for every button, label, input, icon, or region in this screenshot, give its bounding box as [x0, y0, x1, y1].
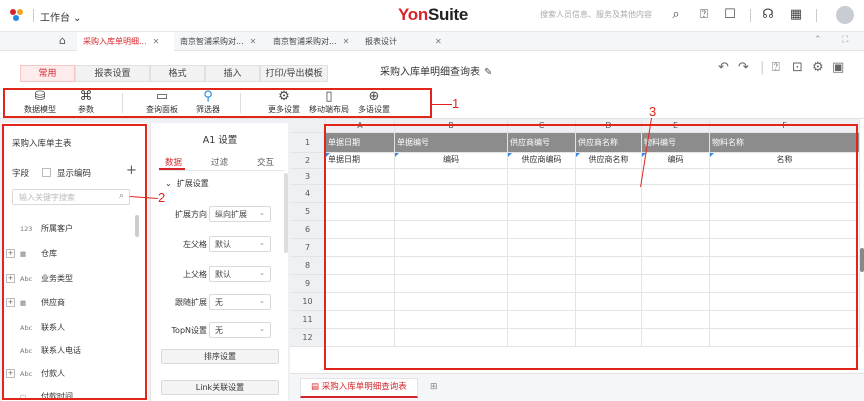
tab-interact[interactable]: 交互 — [257, 156, 274, 168]
row-header[interactable]: 1 — [290, 133, 326, 153]
ribbon-tab-report-settings[interactable]: 报表设置 — [75, 65, 150, 82]
row-header[interactable]: 10 — [290, 293, 326, 311]
setting-label: 上父格 — [183, 270, 207, 279]
callout-number: 3 — [649, 104, 657, 119]
row-header[interactable]: 6 — [290, 221, 326, 239]
panel-title: A1 设置 — [202, 135, 238, 146]
home-icon[interactable]: ⌂ — [59, 34, 66, 47]
workbench-menu[interactable]: 工作台 ⌄ — [40, 9, 82, 24]
row-header[interactable]: 7 — [290, 239, 326, 257]
ribbon-header: 常用 报表设置 格式 插入 打印/导出模板 采购入库单明细查询表 ✎ ↶ ↷ | … — [0, 51, 864, 87]
message-icon[interactable]: ☐ — [722, 7, 738, 23]
callout-box-toolbar — [3, 88, 432, 118]
chevron-down-icon: ⌄ — [259, 297, 265, 305]
search-icon[interactable]: ⌕ — [668, 7, 684, 23]
chevron-down-icon: ⌄ — [259, 269, 265, 277]
divider — [33, 9, 34, 22]
setting-label: 扩展方向 — [175, 210, 207, 219]
top-bar: 工作台 ⌄ YonSuite 搜索人员信息、服务及其他内容 ⌕ ⍰ ☐ ☊ ▦ — [0, 0, 864, 32]
callout-box-fields — [2, 124, 147, 400]
fullscreen-icon[interactable]: ⛶ — [842, 35, 848, 45]
close-icon: ✕ — [249, 37, 257, 46]
help-icon[interactable]: ⍰ — [696, 7, 712, 23]
ribbon-tab-format[interactable]: 格式 — [150, 65, 205, 82]
tab-data[interactable]: 数据 — [165, 156, 182, 168]
edit-icon[interactable]: ✎ — [484, 67, 492, 78]
sheet-icon: ▤ — [311, 382, 320, 392]
chevron-down-icon: ⌄ — [259, 239, 265, 247]
setting-label: TopN设置 — [171, 326, 207, 335]
cell-settings-panel: A1 设置 数据 过滤 交互 ⌄ 扩展设置 扩展方向 纵向扩展 ⌄ 左父格 默认 ⌄ 上父格… — [150, 123, 288, 401]
sheet-tab[interactable]: ▤ 采购入库单明细查询表 — [300, 378, 418, 398]
avatar[interactable] — [836, 6, 854, 24]
app-logo-icon[interactable] — [10, 9, 26, 22]
page-title: 采购入库单明细查询表 ✎ — [380, 67, 493, 78]
callout-number: 1 — [452, 96, 460, 111]
undo-icon[interactable]: ↶ — [718, 60, 729, 75]
side-handle[interactable] — [860, 248, 864, 272]
chevron-down-icon: ⌄ — [165, 179, 172, 188]
tab-nanjing-2[interactable]: 南京智浦采购对... ✕ — [267, 32, 359, 51]
setting-label: 左父格 — [183, 240, 207, 249]
link-settings-button[interactable]: Link关联设置 — [161, 380, 279, 395]
setting-select[interactable]: 无 ⌄ — [209, 322, 271, 338]
tab-purchase-detail[interactable]: 采购入库单明细... ✕ — [77, 32, 174, 51]
row-header[interactable]: 8 — [290, 257, 326, 275]
row-header[interactable]: 5 — [290, 203, 326, 221]
settings-icon[interactable]: ⚙ — [812, 60, 824, 75]
setting-select[interactable]: 默认 ⌄ — [209, 266, 271, 282]
add-sheet-icon[interactable]: ⊞ — [430, 382, 438, 392]
row-header[interactable]: 11 — [290, 311, 326, 329]
calendar-icon[interactable]: ▦ — [788, 7, 804, 23]
tab-filter[interactable]: 过滤 — [211, 156, 228, 168]
collapse-icon[interactable]: ⌃ — [814, 35, 822, 45]
tab-report-design[interactable]: 报表设计 ✕ — [359, 32, 459, 51]
help-icon[interactable]: ⍰ — [772, 60, 780, 75]
row-header[interactable]: 9 — [290, 275, 326, 293]
close-icon: ✕ — [152, 37, 160, 46]
ribbon-tab-common[interactable]: 常用 — [20, 65, 75, 82]
row-header[interactable]: 2 — [290, 153, 326, 169]
row-header[interactable]: 3 — [290, 169, 326, 185]
chevron-down-icon: ⌄ — [259, 325, 265, 333]
callout-box-grid — [324, 124, 858, 370]
divider — [816, 9, 817, 22]
scrollbar[interactable] — [284, 173, 288, 253]
close-icon: ✕ — [435, 37, 442, 46]
sheet-bar: ▤ 采购入库单明细查询表 ⊞ — [290, 373, 864, 401]
row-header[interactable]: 4 — [290, 185, 326, 203]
grid-corner[interactable] — [290, 119, 326, 133]
callout-line — [432, 104, 452, 105]
save-icon[interactable]: ▣ — [832, 60, 844, 75]
divider: | — [760, 60, 765, 75]
setting-select[interactable]: 无 ⌄ — [209, 294, 271, 310]
expand-settings-group[interactable]: ⌄ 扩展设置 — [165, 178, 209, 189]
row-header[interactable]: 12 — [290, 329, 326, 347]
preview-icon[interactable]: ⊡ — [792, 60, 803, 75]
ribbon-tab-print-export[interactable]: 打印/导出模板 — [260, 65, 328, 82]
setting-label: 跟随扩展 — [175, 298, 207, 307]
redo-icon[interactable]: ↷ — [738, 60, 749, 75]
brand-logo: YonSuite — [398, 5, 469, 24]
close-icon: ✕ — [342, 37, 350, 46]
page-tab-strip: ⌂ 采购入库单明细... ✕ 南京智浦采购对... ✕ 南京智浦采购对... ✕ 报表… — [0, 32, 864, 51]
divider — [750, 9, 751, 22]
sort-settings-button[interactable]: 排序设置 — [161, 349, 279, 364]
headset-icon[interactable]: ☊ — [760, 7, 776, 23]
setting-select[interactable]: 默认 ⌄ — [209, 236, 271, 252]
chevron-down-icon: ⌄ — [259, 209, 265, 217]
callout-number: 2 — [158, 190, 166, 205]
setting-select[interactable]: 纵向扩展 ⌄ — [209, 206, 271, 222]
ribbon-tab-insert[interactable]: 插入 — [205, 65, 260, 82]
tab-nanjing-1[interactable]: 南京智浦采购对... ✕ — [174, 32, 267, 51]
global-search-input[interactable]: 搜索人员信息、服务及其他内容 — [540, 9, 652, 20]
divider — [159, 170, 285, 171]
